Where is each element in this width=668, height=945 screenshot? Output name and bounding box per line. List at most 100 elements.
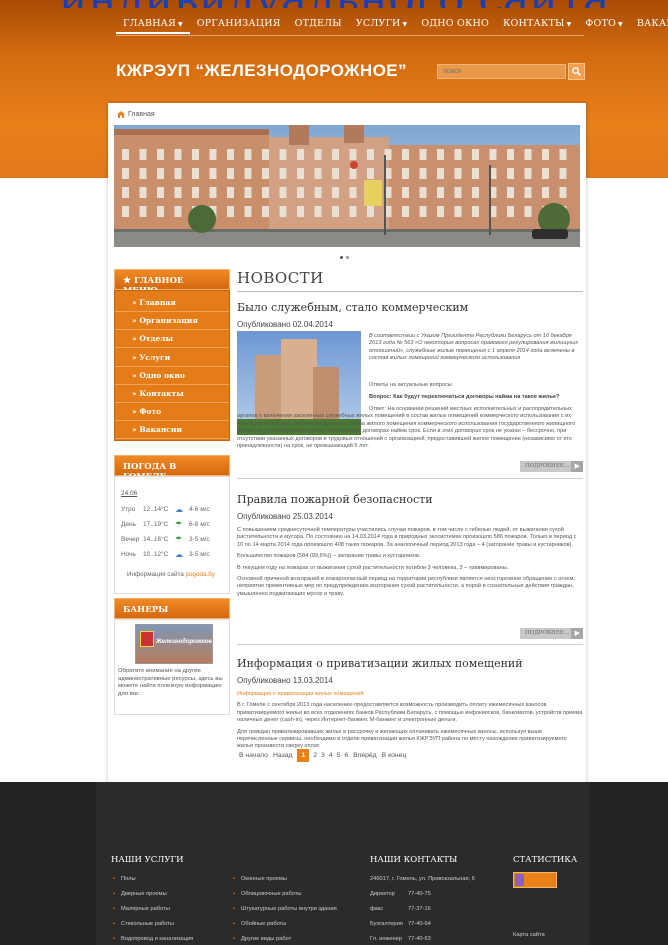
sidebar-menu-item[interactable]: » Услуги (115, 350, 229, 367)
footer-contact-label: 246017, г. Гомель, ул. Привокзальная, 6 (370, 876, 475, 882)
footer-service-link[interactable]: • Стекольные работы (113, 921, 174, 927)
sidebar-menu-item[interactable]: » Одно окно (115, 368, 229, 385)
banner-caption: Железнодорожное (156, 639, 212, 645)
stats-counter[interactable] (513, 872, 557, 888)
sitemap-link[interactable]: Карта сайта (513, 932, 545, 938)
weather-source-link[interactable]: pogoda.by (186, 571, 215, 578)
slider-dot[interactable] (340, 256, 343, 259)
nav-item[interactable]: ФОТО ▼ (578, 12, 629, 34)
nav-item[interactable]: УСЛУГИ ▼ (349, 12, 415, 34)
sidebar-menu-label: Вакансии (139, 425, 182, 435)
footer-contact-value: 77-37-16 (408, 906, 431, 912)
sidebar-menu-item[interactable]: » Главная (115, 295, 229, 312)
article-title[interactable]: Было служебным, стало коммерческим (237, 301, 583, 314)
footer-service-label: Облицовочные работы (241, 891, 302, 897)
stats-counter-logo (515, 874, 524, 886)
pagination-page[interactable]: 4 (329, 752, 333, 759)
bullet-icon: • (113, 921, 115, 927)
footer-service-link[interactable]: • Штукатурные работы внутри здания (233, 906, 337, 912)
footer-contact-value: 77-40-64 (408, 921, 431, 927)
article: Правила пожарной безопасности Опубликова… (237, 493, 583, 645)
weather-source-text: Информация сайта (127, 571, 184, 578)
footer-service-link[interactable]: • Дверные проемы (113, 891, 167, 897)
footer-service-link[interactable]: • Оконные проемы (233, 876, 287, 882)
banner-image[interactable]: Железнодорожное (135, 624, 213, 664)
footer-service-label: Другие виды работ (241, 936, 292, 942)
pagination-page[interactable]: 3 (321, 752, 325, 759)
footer-service-link[interactable]: • Водопровод и канализация (113, 936, 193, 942)
article: Информация о приватизации жилых помещени… (237, 657, 583, 751)
search-button[interactable] (568, 63, 585, 80)
top-watermark-text: индивидуального сайта (0, 0, 668, 8)
banner-text: Обратите внимание на другие администрати… (118, 668, 223, 697)
slider-image (114, 125, 580, 247)
article-title[interactable]: Правила пожарной безопасности (237, 493, 583, 506)
article-paragraph: Основной причиной возгораний в пожароопа… (237, 576, 575, 597)
footer-service-link[interactable]: • Другие виды работ (233, 936, 291, 942)
sidebar-menu-item[interactable]: » Контакты (115, 386, 229, 403)
footer-service-link[interactable]: • Полы (113, 876, 136, 882)
banner-coat-of-arms (140, 631, 154, 647)
divider (237, 291, 583, 292)
breadcrumb: Главная (117, 111, 155, 118)
nav-item[interactable]: ОТДЕЛЫ (288, 12, 349, 34)
nav-item-label: ГЛАВНАЯ (123, 18, 176, 29)
weather-row: Вечер 14..16°C ☂ 3-5 м/с (121, 534, 227, 545)
slider-dot[interactable] (346, 256, 349, 259)
article-date: Опубликовано 13.03.2014 (237, 676, 333, 685)
pagination-prev[interactable]: Назад (273, 752, 292, 759)
footer-container: НАШИ УСЛУГИ • Полы • Дверные проемы • Малярны… (96, 782, 590, 945)
nav-item[interactable]: КОНТАКТЫ ▼ (496, 12, 578, 34)
nav-item[interactable]: ОДНО ОКНО (414, 12, 496, 34)
bullet-icon: • (113, 936, 115, 942)
banners-header: БАНЕРЫ (114, 598, 230, 619)
search-input[interactable] (437, 64, 566, 79)
breadcrumb-home[interactable]: Главная (128, 111, 155, 118)
divider (237, 478, 583, 479)
nav-item[interactable]: ВАКАНСИИ (630, 12, 668, 34)
sidebar-menu-item[interactable]: » Отделы (115, 331, 229, 349)
footer-contact-label: Бухгалтерия (370, 921, 403, 927)
pagination-next[interactable]: Вперёд (353, 752, 377, 759)
sidebar-menu-item[interactable]: » Организация (115, 313, 229, 331)
sidebar-menu-label: Организация (139, 316, 198, 326)
chevron-down-icon: ▼ (618, 21, 623, 28)
article-paragraph: Ответы на актуальные вопросы (369, 382, 452, 388)
pagination-page[interactable]: 2 (313, 752, 317, 759)
nav-item[interactable]: ОРГАНИЗАЦИЯ (190, 12, 288, 34)
weather-temp: 17..19°C (143, 521, 169, 528)
nav-item[interactable]: ГЛАВНАЯ ▼ (116, 12, 190, 34)
bullet-icon: • (233, 891, 235, 897)
chevron-down-icon: ▼ (177, 21, 183, 28)
pagination-start[interactable]: В начало (239, 752, 268, 759)
pagination: В начало Назад 123456 Вперёд В конец (239, 749, 406, 762)
divider (237, 644, 583, 645)
news-heading: НОВОСТИ (237, 269, 324, 287)
footer-service-link[interactable]: • Обойные работы (233, 921, 286, 927)
read-more-button[interactable]: ПОДРОБНЕЕ... ▶ (520, 461, 583, 472)
pagination-end[interactable]: В конец (382, 752, 407, 759)
home-icon[interactable] (117, 111, 125, 118)
weather-date: 24.06 (121, 490, 138, 497)
footer-contact-label: факс (370, 906, 384, 912)
article-link[interactable]: Информация о приватизации жилых помещени… (237, 691, 583, 698)
pagination-page[interactable]: 1 (297, 749, 310, 762)
footer-service-link[interactable]: • Малярные работы (113, 906, 170, 912)
weather-row: Ночь 10..12°C ☁ 3-5 м/с (121, 549, 227, 560)
read-more-button[interactable]: ПОДРОБНЕЕ... ▶ (520, 628, 583, 639)
footer-service-label: Стекольные работы (121, 921, 174, 927)
main-menu-header: ★ ГЛАВНОЕ МЕНЮ (114, 269, 230, 296)
sidebar-menu-item[interactable]: » Вакансии (115, 422, 229, 440)
footer-contact-row: Бухгалтерия 77-40-64 (370, 921, 431, 927)
main-menu: » Главная» Организация» Отделы» Услуги» … (114, 290, 230, 441)
article-title[interactable]: Информация о приватизации жилых помещени… (237, 657, 583, 670)
footer-service-link[interactable]: • Облицовочные работы (233, 891, 302, 897)
footer-contact-row: 246017, г. Гомель, ул. Привокзальная, 6 (370, 876, 475, 882)
weather-part: Утро (121, 506, 136, 513)
weather-wind: 3-5 м/с (189, 536, 210, 543)
pagination-page[interactable]: 6 (344, 752, 348, 759)
sidebar-menu-item[interactable]: » Фото (115, 404, 229, 422)
pagination-page[interactable]: 5 (337, 752, 341, 759)
article-intro: В соответствии с Указом Президента Респу… (369, 333, 579, 362)
nav-item-label: ФОТО (585, 18, 617, 29)
